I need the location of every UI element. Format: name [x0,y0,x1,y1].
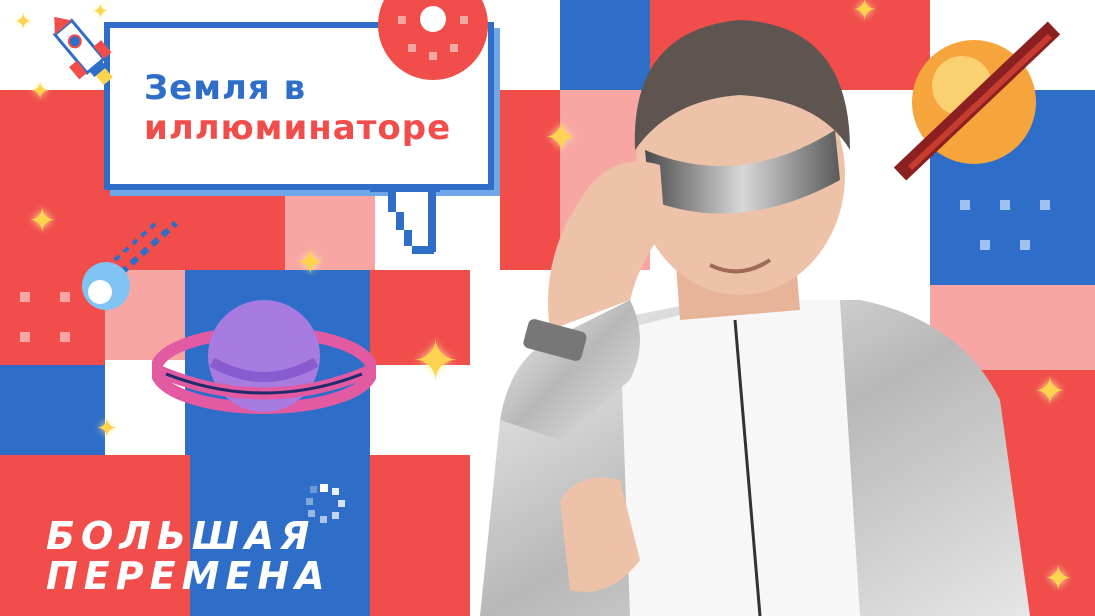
sparkle-icon: ✦ [296,243,325,283]
person-photo [480,20,1030,616]
sparkle-icon: ✦ [14,10,33,35]
bubble-title: Земля в иллюминаторе [144,68,451,148]
sparkle-icon: ✦ [1044,559,1073,599]
planet-icon [152,300,376,414]
sparkle-icon: ✦ [92,0,109,23]
sparkle-icon: ✦ [28,201,57,241]
brand-line-1: БОЛЬШАЯ [46,514,316,558]
sparkle-icon: ✦ [30,77,51,105]
title-line-2: иллюминаторе [144,108,452,148]
brand-logo: БОЛЬШАЯ ПЕРЕМЕНА [46,516,331,596]
brand-line-2: ПЕРЕМЕНА [46,554,331,598]
rocket-icon [52,16,113,86]
sparkle-icon: ✦ [1034,369,1066,413]
sparkle-icon: ✦ [96,414,118,444]
